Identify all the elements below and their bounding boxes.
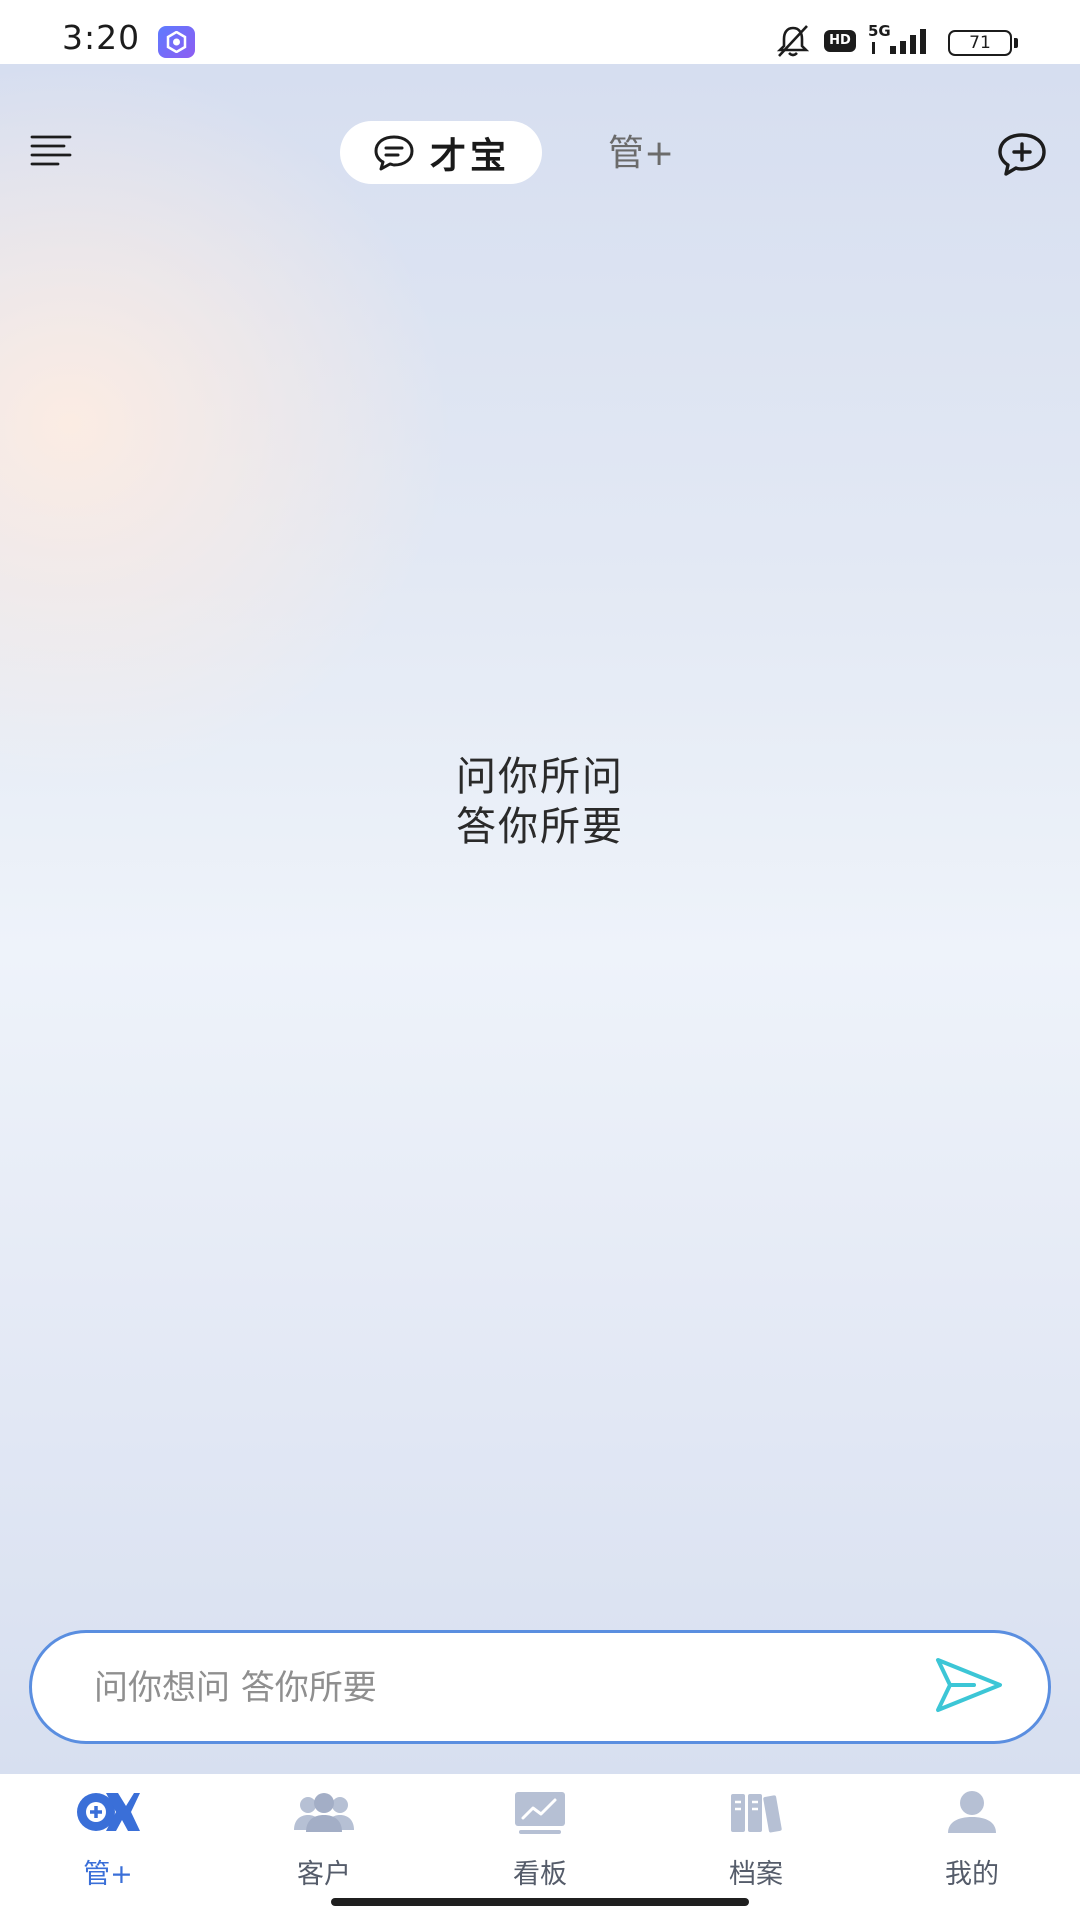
status-bar: 3:20 HD 5G 71 bbox=[0, 0, 1080, 64]
home-indicator bbox=[331, 1898, 749, 1906]
nav-item-dashboard[interactable]: 看板 bbox=[460, 1788, 620, 1890]
chat-plus-icon bbox=[998, 133, 1046, 176]
nav-label: 我的 bbox=[945, 1859, 999, 1890]
nav-label: 客户 bbox=[297, 1859, 351, 1890]
nav-label: 档案 bbox=[729, 1859, 783, 1890]
slogan-line-2: 答你所要 bbox=[456, 804, 624, 850]
send-button[interactable] bbox=[934, 1655, 1004, 1715]
send-icon bbox=[936, 1658, 1002, 1712]
chat-input[interactable] bbox=[92, 1633, 916, 1743]
battery-icon: 71 bbox=[948, 30, 1018, 56]
hamburger-menu-icon bbox=[30, 135, 72, 166]
profile-icon bbox=[948, 1791, 996, 1833]
nav-item-archive[interactable]: 档案 bbox=[676, 1788, 836, 1890]
tab-guan-plus[interactable]: 管+ bbox=[608, 126, 674, 182]
nav-label: 看板 bbox=[513, 1859, 567, 1890]
nav-item-customers[interactable]: 客户 bbox=[244, 1788, 404, 1890]
signal-5g-icon: 5G bbox=[868, 22, 938, 58]
nav-label: 管+ bbox=[83, 1859, 133, 1890]
nav-item-guan-plus[interactable]: 管+ bbox=[28, 1788, 188, 1890]
dashboard-chart-icon bbox=[515, 1792, 565, 1834]
bell-muted-icon bbox=[776, 25, 810, 57]
hamburger-menu-button[interactable] bbox=[30, 133, 74, 169]
welcome-slogan: 问你所问 答你所要 bbox=[0, 752, 1080, 852]
tab-caibao-label: 才宝 bbox=[429, 135, 510, 177]
network-label: 5G bbox=[868, 22, 891, 40]
status-time: 3:20 bbox=[62, 18, 141, 57]
nav-item-profile[interactable]: 我的 bbox=[892, 1788, 1052, 1890]
tab-caibao[interactable]: 才宝 bbox=[340, 121, 542, 184]
chat-input-container bbox=[29, 1630, 1051, 1744]
new-chat-button[interactable] bbox=[996, 132, 1048, 178]
hd-icon: HD bbox=[824, 30, 856, 52]
app-icon bbox=[158, 26, 195, 58]
chat-bubble-icon bbox=[374, 135, 414, 170]
slogan-line-1: 问你所问 bbox=[456, 754, 624, 800]
main-area bbox=[0, 64, 1080, 1774]
archive-books-icon bbox=[731, 1794, 782, 1833]
customers-icon bbox=[294, 1793, 354, 1832]
guan-plus-logo-icon bbox=[77, 1793, 140, 1831]
